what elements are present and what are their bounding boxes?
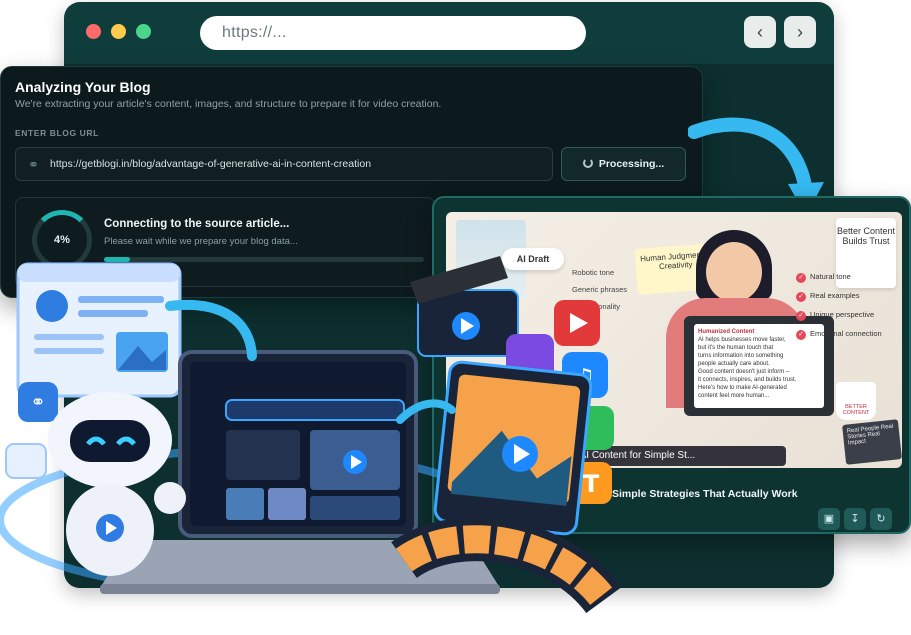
checklist: Natural tone Real examples Unique perspe… xyxy=(796,272,882,348)
video-date: 18 Sep xyxy=(454,508,480,517)
processing-label: Processing... xyxy=(598,158,665,170)
person-head xyxy=(706,242,762,302)
spinner-icon xyxy=(582,158,593,168)
chevron-left-icon: ‹ xyxy=(757,22,763,42)
back-button[interactable]: ‹ xyxy=(744,16,776,48)
chevron-right-icon: › xyxy=(797,22,803,42)
screen-line: people actually care about. xyxy=(698,361,770,367)
check-item: Unique perspective xyxy=(796,310,882,321)
link-badge-icon: ⚭ xyxy=(18,382,58,422)
progress-title: Connecting to the source article... xyxy=(104,218,290,230)
draft-point: No personality xyxy=(572,302,620,311)
video-caption: o Humanize AI Content for Simple St... xyxy=(516,446,786,466)
book-illustration: Real People Real Stories Real Impact xyxy=(842,419,902,465)
video-title: Simple Strategies That Actually Work xyxy=(612,488,798,500)
refresh-icon: ↻ xyxy=(876,513,886,525)
address-bar[interactable]: https://... xyxy=(200,16,586,50)
screen-line: content feel more human... xyxy=(698,393,770,399)
blog-url-value: https://getblogi.in/blog/advantage-of-ge… xyxy=(50,158,372,170)
screen-line: Good content doesn't just inform – xyxy=(698,369,790,375)
url-label: ENTER BLOG URL xyxy=(15,128,99,138)
panel-subtitle: We're extracting your article's content,… xyxy=(15,98,442,110)
progress-percent: 4% xyxy=(54,234,70,246)
close-dot[interactable] xyxy=(86,24,101,39)
draft-point: Generic phrases xyxy=(572,285,628,294)
screen-line: it connects, inspires, and builds trust. xyxy=(698,377,797,383)
check-item: Natural tone xyxy=(796,272,882,283)
progress-bar xyxy=(104,257,424,262)
processing-button[interactable]: Processing... xyxy=(561,147,686,181)
image-button[interactable]: ▣ xyxy=(818,508,840,530)
link-icon: ⚭ xyxy=(28,157,39,172)
video-preview-panel: AI Draft Robotic tone Generic phrases No… xyxy=(432,196,911,534)
blog-url-input[interactable]: ⚭ https://getblogi.in/blog/advantage-of-… xyxy=(15,147,553,181)
maximize-dot[interactable] xyxy=(136,24,151,39)
window-controls xyxy=(86,24,151,39)
minimize-dot[interactable] xyxy=(111,24,126,39)
refresh-button[interactable]: ↻ xyxy=(870,508,892,530)
screen-line: Here's how to make AI-generated xyxy=(698,385,787,391)
video-thumbnail[interactable]: AI Draft Robotic tone Generic phrases No… xyxy=(446,212,902,468)
stage: https://... ‹ › Analyzing Your Blog We'r… xyxy=(0,0,911,635)
chat-bubble-icon xyxy=(5,443,47,479)
check-item: Emotional connection xyxy=(796,329,882,340)
mug-illustration: BETTER CONTENT xyxy=(836,382,876,420)
image-icon: ▣ xyxy=(823,513,835,525)
progress-ring: 4% xyxy=(32,210,92,270)
download-icon: ↧ xyxy=(850,513,860,525)
ai-draft-badge: AI Draft xyxy=(502,248,564,270)
check-item: Real examples xyxy=(796,291,882,302)
draft-point: Robotic tone xyxy=(572,268,615,277)
forward-button[interactable]: › xyxy=(784,16,816,48)
draft-points: Robotic tone Generic phrases No personal… xyxy=(572,268,627,319)
progress-subtitle: Please wait while we prepare your blog d… xyxy=(104,236,298,247)
panel-title: Analyzing Your Blog xyxy=(15,79,151,95)
progress-card: 4% Connecting to the source article... P… xyxy=(15,197,435,287)
download-button[interactable]: ↧ xyxy=(844,508,866,530)
screen-line: turns information into something xyxy=(698,353,784,359)
progress-bar-fill xyxy=(104,257,130,262)
svg-text:⚭: ⚭ xyxy=(30,392,45,413)
